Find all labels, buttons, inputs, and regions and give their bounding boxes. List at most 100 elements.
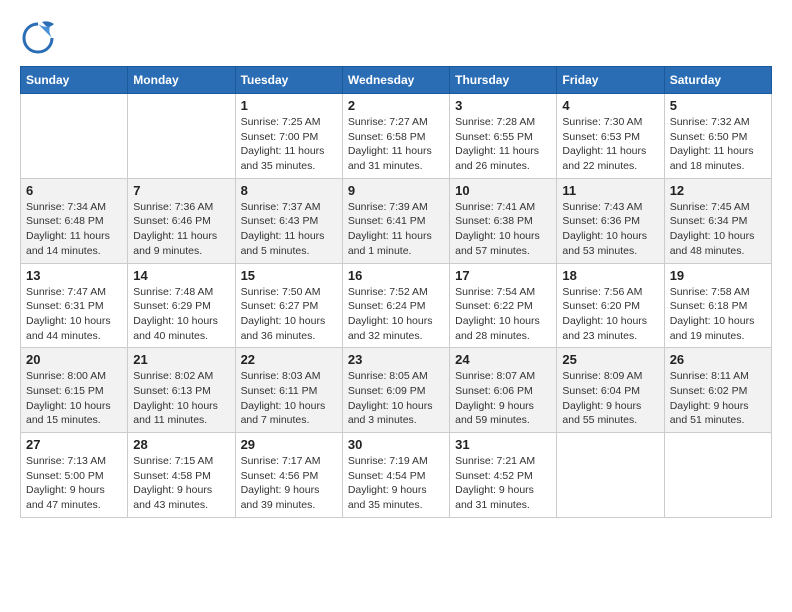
day-info: Sunrise: 7:17 AM Sunset: 4:56 PM Dayligh…: [241, 454, 337, 513]
calendar-day-cell: 17 Sunrise: 7:54 AM Sunset: 6:22 PM Dayli…: [450, 263, 557, 348]
calendar-day-cell: 22 Sunrise: 8:03 AM Sunset: 6:11 PM Dayli…: [235, 348, 342, 433]
day-number: 5: [670, 98, 766, 113]
day-number: 2: [348, 98, 444, 113]
calendar-day-cell: 11Sunrise: 7:43 AM Sunset: 6:36 PM Dayli…: [557, 178, 664, 263]
day-number: 20: [26, 352, 122, 367]
calendar-day-cell: 10 Sunrise: 7:41 AM Sunset: 6:38 PM Dayli…: [450, 178, 557, 263]
day-number: 17: [455, 268, 551, 283]
calendar-day-cell: 9Sunrise: 7:39 AM Sunset: 6:41 PM Daylig…: [342, 178, 449, 263]
weekday-header: Tuesday: [235, 67, 342, 94]
calendar-day-cell: 25Sunrise: 8:09 AM Sunset: 6:04 PM Dayli…: [557, 348, 664, 433]
day-number: 18: [562, 268, 658, 283]
calendar-week-row: 27 Sunrise: 7:13 AM Sunset: 5:00 PM Dayli…: [21, 433, 772, 518]
day-number: 6: [26, 183, 122, 198]
day-info: Sunrise: 7:39 AM Sunset: 6:41 PM Dayligh…: [348, 200, 444, 259]
day-info: Sunrise: 7:47 AM Sunset: 6:31 PM Dayligh…: [26, 285, 122, 344]
day-number: 3: [455, 98, 551, 113]
day-number: 14: [133, 268, 229, 283]
day-info: Sunrise: 8:02 AM Sunset: 6:13 PM Dayligh…: [133, 369, 229, 428]
weekday-header: Monday: [128, 67, 235, 94]
day-number: 1: [241, 98, 337, 113]
calendar-day-cell: 1 Sunrise: 7:25 AM Sunset: 7:00 PM Daylig…: [235, 94, 342, 179]
day-info: Sunrise: 8:03 AM Sunset: 6:11 PM Dayligh…: [241, 369, 337, 428]
day-number: 13: [26, 268, 122, 283]
page-header: [20, 20, 772, 56]
day-info: Sunrise: 8:07 AM Sunset: 6:06 PM Dayligh…: [455, 369, 551, 428]
day-info: Sunrise: 7:50 AM Sunset: 6:27 PM Dayligh…: [241, 285, 337, 344]
day-number: 4: [562, 98, 658, 113]
calendar-header-row: SundayMondayTuesdayWednesdayThursdayFrid…: [21, 67, 772, 94]
calendar-day-cell: 4 Sunrise: 7:30 AM Sunset: 6:53 PM Daylig…: [557, 94, 664, 179]
day-info: Sunrise: 7:19 AM Sunset: 4:54 PM Dayligh…: [348, 454, 444, 513]
day-info: Sunrise: 7:56 AM Sunset: 6:20 PM Dayligh…: [562, 285, 658, 344]
calendar-day-cell: 27 Sunrise: 7:13 AM Sunset: 5:00 PM Dayli…: [21, 433, 128, 518]
day-info: Sunrise: 7:13 AM Sunset: 5:00 PM Dayligh…: [26, 454, 122, 513]
day-number: 16: [348, 268, 444, 283]
day-number: 31: [455, 437, 551, 452]
calendar-day-cell: 12Sunrise: 7:45 AM Sunset: 6:34 PM Dayli…: [664, 178, 771, 263]
day-info: Sunrise: 7:43 AM Sunset: 6:36 PM Dayligh…: [562, 200, 658, 259]
calendar-day-cell: [21, 94, 128, 179]
calendar-week-row: 1 Sunrise: 7:25 AM Sunset: 7:00 PM Daylig…: [21, 94, 772, 179]
calendar-day-cell: 29 Sunrise: 7:17 AM Sunset: 4:56 PM Dayli…: [235, 433, 342, 518]
day-number: 30: [348, 437, 444, 452]
day-info: Sunrise: 7:21 AM Sunset: 4:52 PM Dayligh…: [455, 454, 551, 513]
day-number: 15: [241, 268, 337, 283]
day-number: 29: [241, 437, 337, 452]
day-number: 22: [241, 352, 337, 367]
day-number: 7: [133, 183, 229, 198]
day-number: 25: [562, 352, 658, 367]
day-number: 8: [241, 183, 337, 198]
calendar-day-cell: [664, 433, 771, 518]
day-number: 21: [133, 352, 229, 367]
day-number: 23: [348, 352, 444, 367]
calendar-day-cell: 5 Sunrise: 7:32 AM Sunset: 6:50 PM Daylig…: [664, 94, 771, 179]
calendar-day-cell: 26 Sunrise: 8:11 AM Sunset: 6:02 PM Dayli…: [664, 348, 771, 433]
calendar-day-cell: 14Sunrise: 7:48 AM Sunset: 6:29 PM Dayli…: [128, 263, 235, 348]
day-info: Sunrise: 7:58 AM Sunset: 6:18 PM Dayligh…: [670, 285, 766, 344]
day-info: Sunrise: 7:54 AM Sunset: 6:22 PM Dayligh…: [455, 285, 551, 344]
calendar-day-cell: 6 Sunrise: 7:34 AM Sunset: 6:48 PM Daylig…: [21, 178, 128, 263]
calendar-day-cell: 15 Sunrise: 7:50 AM Sunset: 6:27 PM Dayli…: [235, 263, 342, 348]
calendar-day-cell: 7 Sunrise: 7:36 AM Sunset: 6:46 PM Daylig…: [128, 178, 235, 263]
day-info: Sunrise: 7:30 AM Sunset: 6:53 PM Dayligh…: [562, 115, 658, 174]
day-info: Sunrise: 7:25 AM Sunset: 7:00 PM Dayligh…: [241, 115, 337, 174]
calendar-day-cell: 28 Sunrise: 7:15 AM Sunset: 4:58 PM Dayli…: [128, 433, 235, 518]
day-info: Sunrise: 7:34 AM Sunset: 6:48 PM Dayligh…: [26, 200, 122, 259]
day-number: 27: [26, 437, 122, 452]
day-info: Sunrise: 8:00 AM Sunset: 6:15 PM Dayligh…: [26, 369, 122, 428]
day-info: Sunrise: 7:36 AM Sunset: 6:46 PM Dayligh…: [133, 200, 229, 259]
logo-icon: [20, 20, 56, 56]
calendar-day-cell: 2 Sunrise: 7:27 AM Sunset: 6:58 PM Daylig…: [342, 94, 449, 179]
day-info: Sunrise: 8:05 AM Sunset: 6:09 PM Dayligh…: [348, 369, 444, 428]
day-number: 10: [455, 183, 551, 198]
day-info: Sunrise: 7:28 AM Sunset: 6:55 PM Dayligh…: [455, 115, 551, 174]
calendar-day-cell: 24 Sunrise: 8:07 AM Sunset: 6:06 PM Dayli…: [450, 348, 557, 433]
weekday-header: Sunday: [21, 67, 128, 94]
day-info: Sunrise: 7:52 AM Sunset: 6:24 PM Dayligh…: [348, 285, 444, 344]
day-info: Sunrise: 7:41 AM Sunset: 6:38 PM Dayligh…: [455, 200, 551, 259]
calendar-day-cell: 31 Sunrise: 7:21 AM Sunset: 4:52 PM Dayli…: [450, 433, 557, 518]
weekday-header: Friday: [557, 67, 664, 94]
calendar-table: SundayMondayTuesdayWednesdayThursdayFrid…: [20, 66, 772, 518]
calendar-day-cell: 30 Sunrise: 7:19 AM Sunset: 4:54 PM Dayli…: [342, 433, 449, 518]
day-info: Sunrise: 7:32 AM Sunset: 6:50 PM Dayligh…: [670, 115, 766, 174]
calendar-day-cell: 16 Sunrise: 7:52 AM Sunset: 6:24 PM Dayli…: [342, 263, 449, 348]
calendar-day-cell: [557, 433, 664, 518]
day-info: Sunrise: 7:27 AM Sunset: 6:58 PM Dayligh…: [348, 115, 444, 174]
day-number: 24: [455, 352, 551, 367]
weekday-header: Saturday: [664, 67, 771, 94]
calendar-week-row: 20 Sunrise: 8:00 AM Sunset: 6:15 PM Dayli…: [21, 348, 772, 433]
logo: [20, 20, 60, 56]
calendar-week-row: 13 Sunrise: 7:47 AM Sunset: 6:31 PM Dayli…: [21, 263, 772, 348]
day-number: 28: [133, 437, 229, 452]
day-number: 26: [670, 352, 766, 367]
weekday-header: Wednesday: [342, 67, 449, 94]
day-info: Sunrise: 7:15 AM Sunset: 4:58 PM Dayligh…: [133, 454, 229, 513]
calendar-day-cell: 23 Sunrise: 8:05 AM Sunset: 6:09 PM Dayli…: [342, 348, 449, 433]
calendar-day-cell: 3 Sunrise: 7:28 AM Sunset: 6:55 PM Daylig…: [450, 94, 557, 179]
calendar-week-row: 6 Sunrise: 7:34 AM Sunset: 6:48 PM Daylig…: [21, 178, 772, 263]
day-info: Sunrise: 8:11 AM Sunset: 6:02 PM Dayligh…: [670, 369, 766, 428]
calendar-day-cell: 20 Sunrise: 8:00 AM Sunset: 6:15 PM Dayli…: [21, 348, 128, 433]
day-info: Sunrise: 7:37 AM Sunset: 6:43 PM Dayligh…: [241, 200, 337, 259]
